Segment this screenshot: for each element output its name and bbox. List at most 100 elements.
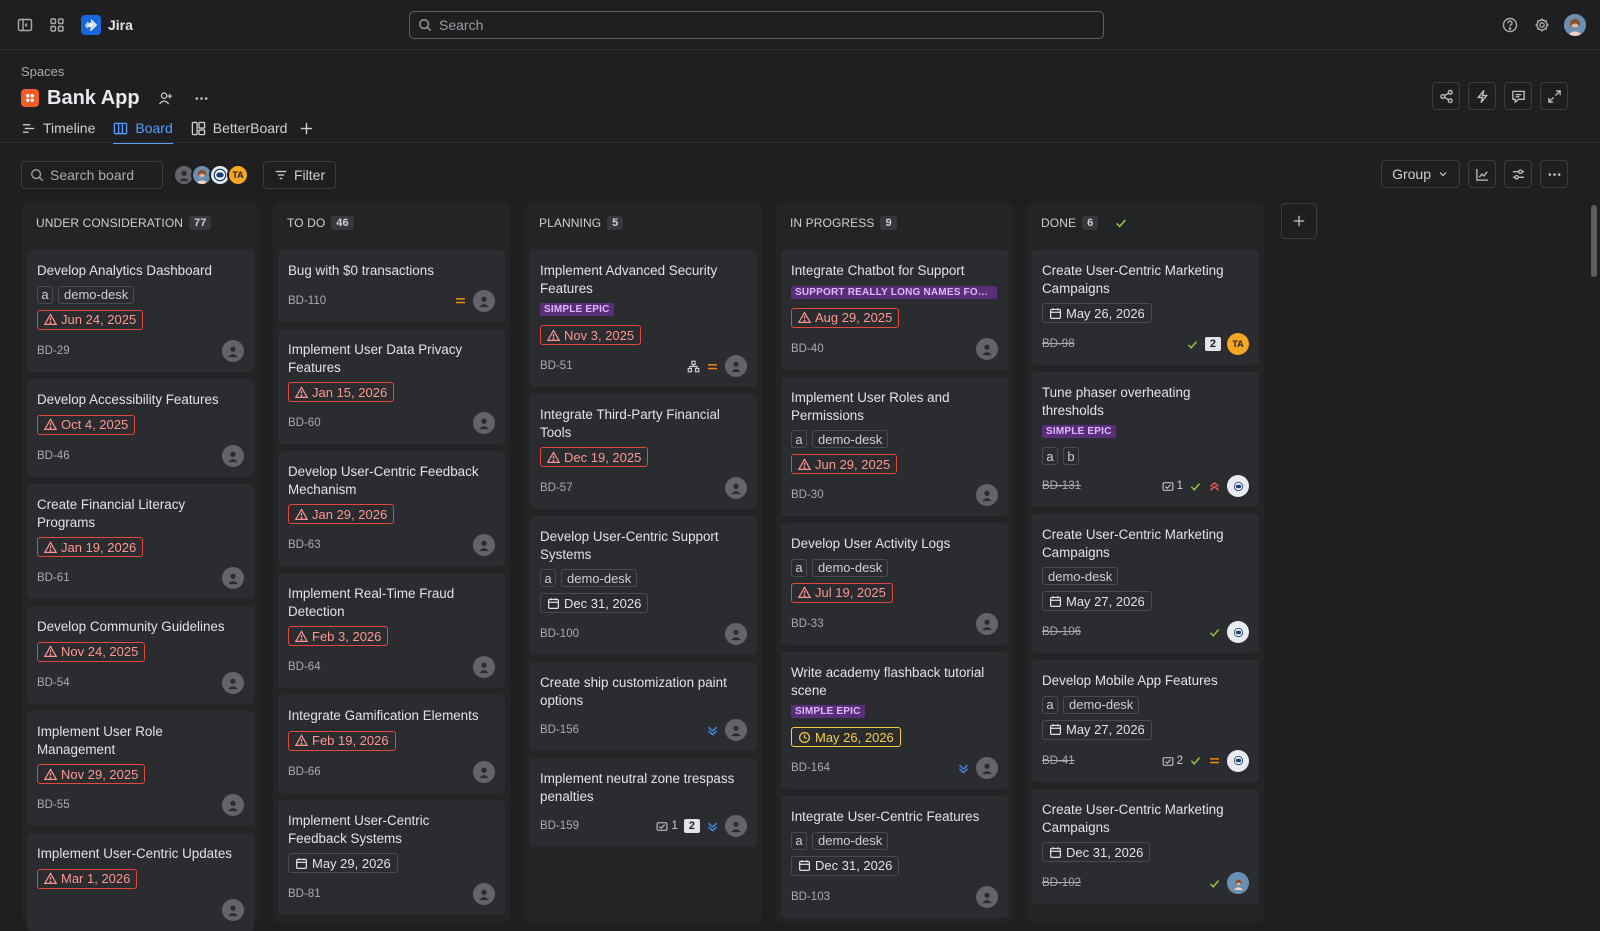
issue-key[interactable]: BD-64 [288,661,473,673]
user-avatar-initials[interactable]: TA [227,164,249,186]
assignee-avatar-astronaut[interactable] [1227,749,1249,772]
more-board-actions-button[interactable] [1540,160,1568,188]
issue-card[interactable]: Write academy flashback tutorial scene SI… [781,652,1008,789]
board-scrollbar[interactable] [1591,205,1597,277]
unassigned-avatar[interactable] [725,623,747,645]
issue-card[interactable]: Develop User-Centric Feedback Mechanism J… [278,451,505,566]
issue-card[interactable]: Develop Mobile App Features a demo-desk May… [1032,660,1259,782]
user-avatar[interactable] [1564,14,1586,36]
column-header[interactable]: TO DO 46 [273,203,510,243]
issue-key[interactable]: BD-131 [1042,480,1162,492]
unassigned-avatar[interactable] [976,612,998,635]
issue-card[interactable]: Develop Analytics Dashboard a demo-desk Jun… [27,250,254,372]
global-search[interactable] [409,11,1104,39]
board-search[interactable] [21,161,163,189]
issue-card[interactable]: Create ship customization paint options B… [530,662,757,751]
issue-card[interactable]: Implement User Data Privacy Features Jan … [278,329,505,444]
unassigned-avatar[interactable] [976,337,998,360]
issue-key[interactable]: BD-106 [1042,626,1208,638]
column-header[interactable]: IN PROGRESS 9 [776,203,1013,243]
sidebar-toggle-icon[interactable] [11,11,39,39]
group-by-dropdown[interactable]: Group [1381,160,1460,188]
issue-key[interactable]: BD-41 [1042,755,1162,767]
unassigned-avatar[interactable] [725,477,747,499]
tab-timeline[interactable]: Timeline [21,114,95,142]
unassigned-avatar[interactable] [222,794,244,816]
unassigned-avatar[interactable] [473,412,495,434]
issue-card[interactable]: Implement User-Centric Feedback Systems M… [278,800,505,915]
unassigned-avatar[interactable] [473,883,495,905]
unassigned-avatar[interactable] [976,885,998,908]
issue-key[interactable]: BD-33 [791,618,976,630]
unassigned-avatar[interactable] [725,355,747,377]
jira-logo[interactable]: Jira [81,14,133,35]
fullscreen-button[interactable] [1540,82,1568,110]
issue-key[interactable]: BD-54 [37,677,222,689]
share-button[interactable] [1432,82,1460,110]
issue-key[interactable]: BD-81 [288,888,473,900]
issue-key[interactable]: BD-57 [540,482,725,494]
filter-button[interactable]: Filter [263,161,337,189]
issue-key[interactable]: BD-156 [540,724,706,736]
issue-key[interactable]: BD-30 [791,489,976,501]
issue-key[interactable]: BD-100 [540,628,725,640]
breadcrumb-spaces[interactable]: Spaces [21,64,64,79]
issue-card[interactable]: Create User-Centric Marketing Campaigns D… [1032,789,1259,904]
issue-card[interactable]: Tune phaser overheating thresholds SIMPLE… [1032,372,1259,507]
unassigned-avatar[interactable] [222,339,244,362]
column-header[interactable]: PLANNING 5 [525,203,762,243]
issue-card[interactable]: Integrate User-Centric Features a demo-des… [781,796,1008,918]
unassigned-avatar[interactable] [222,444,244,467]
column-header[interactable]: UNDER CONSIDERATION 77 [22,203,259,243]
unassigned-avatar[interactable] [473,760,495,783]
settings-gear-icon[interactable] [1528,11,1556,39]
assignee-avatar-astronaut[interactable] [1227,621,1249,643]
issue-key[interactable]: BD-60 [288,417,473,429]
issue-key[interactable]: BD-51 [540,360,687,372]
unassigned-avatar[interactable] [473,289,495,312]
tab-board[interactable]: Board [113,114,174,144]
issue-key[interactable]: BD-29 [37,345,222,357]
add-people-button[interactable] [152,84,180,112]
issue-card[interactable]: Implement Real-Time Fraud Detection Feb 3… [278,573,505,688]
issue-card[interactable]: Implement User-Centric Updates Mar 1, 202… [27,833,254,931]
help-icon[interactable] [1496,11,1524,39]
issue-key[interactable]: BD-110 [288,295,454,307]
column-header[interactable]: DONE 6 [1027,203,1264,243]
app-switcher-icon[interactable] [43,11,71,39]
issue-card[interactable]: Develop Community Guidelines Nov 24, 2025… [27,606,254,704]
issue-key[interactable]: BD-61 [37,572,222,584]
unassigned-avatar[interactable] [725,815,747,837]
add-column-button[interactable] [1281,203,1317,239]
issue-key[interactable]: BD-63 [288,539,473,551]
issue-key[interactable]: BD-98 [1042,338,1186,350]
board-search-input[interactable] [50,167,150,183]
issue-card[interactable]: Develop User-Centric Support Systems a dem… [530,516,757,655]
issue-card[interactable]: Implement Advanced Security Features SIMP… [530,250,757,387]
issue-key[interactable]: BD-55 [37,799,222,811]
unassigned-avatar[interactable] [976,484,998,506]
issue-card[interactable]: Develop User Activity Logs a demo-desk Jul … [781,523,1008,645]
unassigned-avatar[interactable] [222,567,244,589]
issue-key[interactable]: BD-159 [540,820,656,832]
assignee-avatar-photo[interactable] [1227,872,1249,894]
issue-key[interactable]: BD-66 [288,766,473,778]
issue-card[interactable]: Integrate Third-Party Financial Tools Dec… [530,394,757,509]
issue-card[interactable]: Create Financial Literacy Programs Jan 19… [27,484,254,599]
issue-card[interactable]: Implement User Roles and Permissions a dem… [781,377,1008,516]
issue-card[interactable]: Implement User Role Management Nov 29, 20… [27,711,254,826]
unassigned-avatar[interactable] [473,656,495,678]
issue-card[interactable]: Create User-Centric Marketing Campaigns M… [1032,250,1259,365]
issue-key[interactable]: BD-102 [1042,877,1208,889]
search-input[interactable] [439,17,1039,33]
tab-betterboard[interactable]: BetterBoard [191,114,287,142]
insights-button[interactable] [1468,160,1496,188]
issue-card[interactable]: Bug with $0 transactions BD-110 [278,250,505,322]
unassigned-avatar[interactable] [222,671,244,694]
feedback-button[interactable] [1504,82,1532,110]
unassigned-avatar[interactable] [976,757,998,779]
view-settings-button[interactable] [1504,160,1532,188]
issue-key[interactable]: BD-164 [791,762,957,774]
unassigned-avatar[interactable] [222,898,244,921]
issue-key[interactable]: BD-103 [791,891,976,903]
